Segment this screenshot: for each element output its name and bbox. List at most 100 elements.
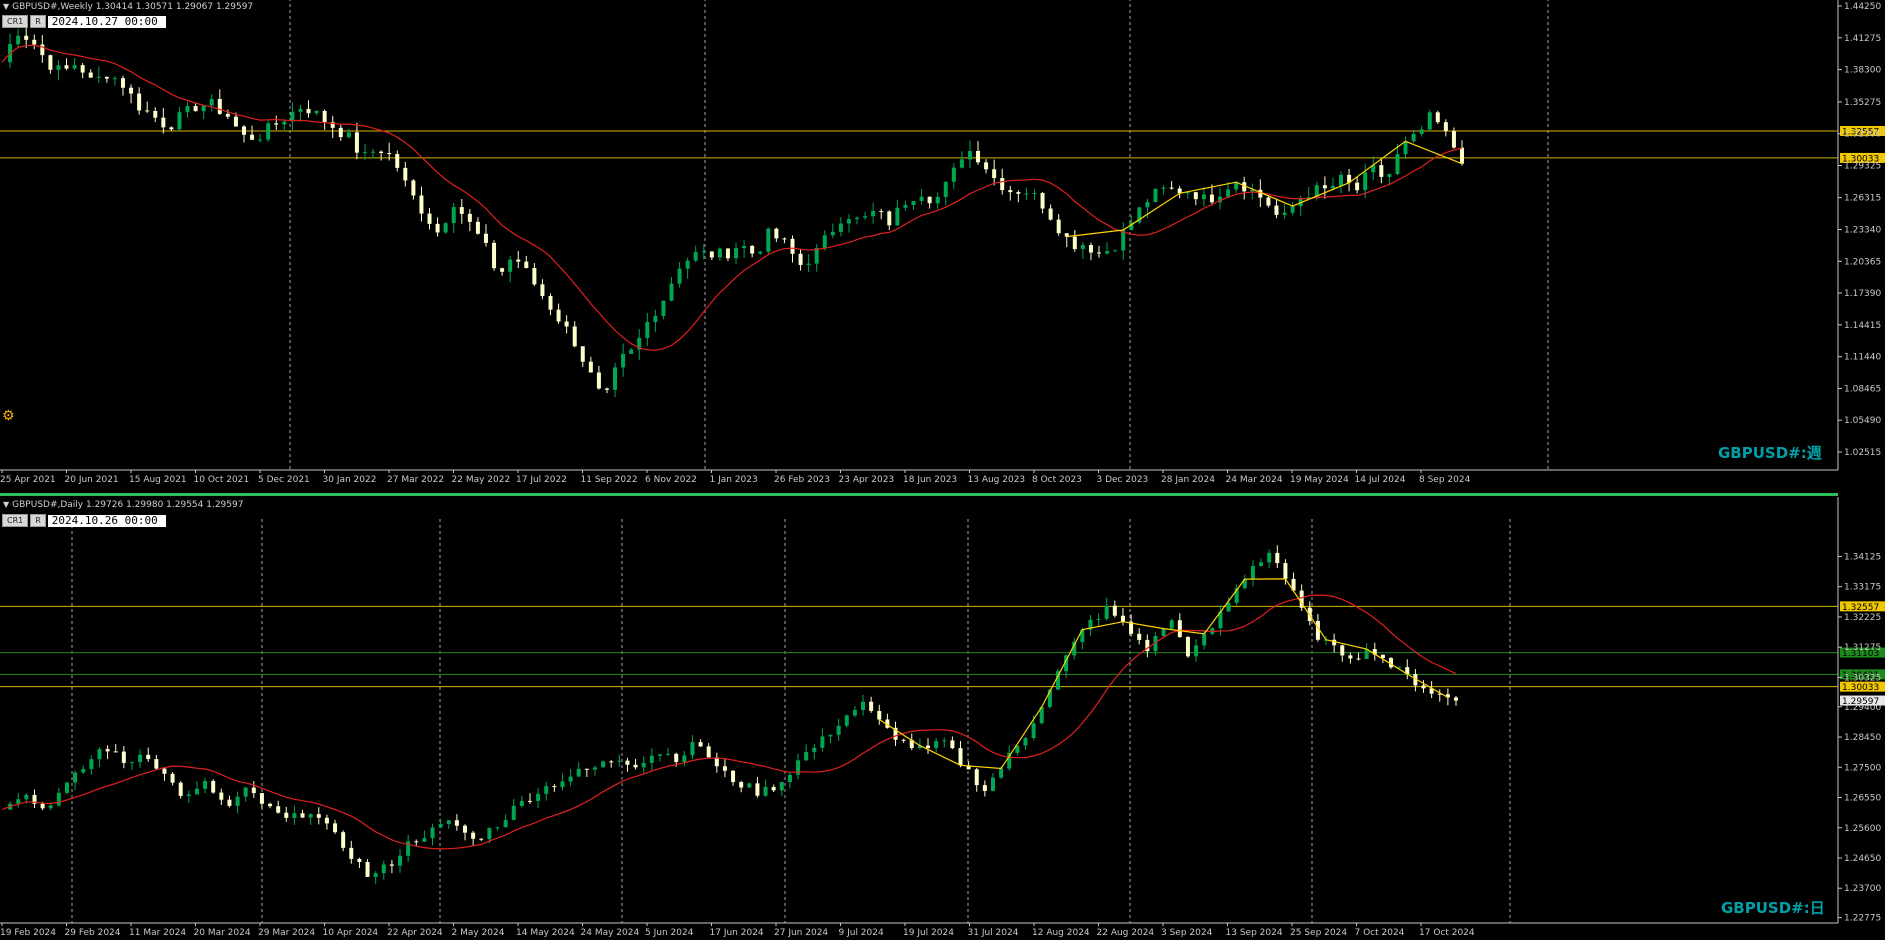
candle-body (225, 113, 230, 117)
y-tick-label-2: 1.32225 (1844, 613, 1881, 623)
candle-body (438, 823, 443, 828)
candle-body (1080, 245, 1085, 250)
candle-body (1427, 112, 1432, 130)
candle-body (137, 93, 142, 111)
candle-body (72, 65, 77, 69)
x-tick-label-0: 19 Feb 2024 (0, 928, 56, 938)
current-price-label: 1.29597 (1842, 697, 1879, 707)
candle-body (282, 121, 287, 125)
candle-body (322, 110, 327, 123)
weekly-chart-svg[interactable]: 1.325571.300331.442501.412751.383001.352… (0, 0, 1885, 492)
candle-body (617, 760, 622, 762)
candle-body (411, 180, 416, 196)
candle-body (974, 769, 979, 786)
x-tick-label-9: 24 May 2024 (581, 928, 640, 938)
daily-button-row: CR1 R 2024.10.26 00:00 (2, 514, 166, 527)
candle-body (822, 235, 827, 248)
candle-body (316, 814, 321, 818)
x-tick-label-3: 10 Oct 2021 (194, 475, 250, 485)
candle-body (693, 252, 698, 261)
candle-body (846, 219, 851, 224)
candle-body (211, 780, 216, 793)
candle-body (217, 99, 222, 114)
daily-header: ▼ GBPUSD#,Daily 1.29726 1.29980 1.29554 1… (3, 500, 243, 510)
y-tick-label-11: 1.11440 (1844, 353, 1881, 363)
candle-body (999, 768, 1004, 778)
daily-datetime-field[interactable]: 2024.10.26 00:00 (47, 514, 166, 527)
daily-r-button[interactable]: R (30, 514, 46, 527)
x-tick-label-8: 17 Jul 2022 (516, 475, 567, 485)
candle-body (112, 78, 117, 80)
daily-cr1-button[interactable]: CR1 (2, 514, 29, 527)
weekly-chart-pane[interactable]: 1.32557 1.30033 1.44250 1.41275 1.38300 1.352… (0, 0, 1885, 492)
candle-body (1121, 229, 1126, 251)
weekly-header: ▼ GBPUSD#,Weekly 1.30414 1.30571 1.29067 … (3, 2, 253, 12)
daily-header-text: GBPUSD#,Daily 1.29726 1.29980 1.29554 1.… (12, 500, 244, 510)
candle-body (1105, 251, 1110, 254)
collapse-triangle-icon[interactable]: ▼ (3, 2, 9, 11)
candle-body (1275, 552, 1280, 564)
y-tick-label-9: 1.17390 (1844, 289, 1881, 299)
candle-body (1194, 645, 1199, 657)
candle-body (170, 773, 175, 783)
candle-body (645, 321, 650, 339)
x-tick-label-13: 9 Jul 2024 (839, 928, 884, 938)
candle-body (16, 35, 21, 45)
x-tick-label-10: 6 Nov 2022 (645, 475, 697, 485)
candle-body (1411, 133, 1416, 142)
collapse-triangle-icon[interactable]: ▼ (3, 500, 9, 509)
daily-chart-svg[interactable]: 1.325571.311031.304211.300331.341251.331… (0, 497, 1885, 940)
weekly-watermark: GBPUSD#:週 (1718, 444, 1822, 462)
candle-body (186, 794, 191, 796)
candle-body (1120, 615, 1125, 622)
candle-body (201, 105, 206, 112)
candle-body (471, 832, 476, 839)
weekly-datetime-field[interactable]: 2024.10.27 00:00 (47, 15, 166, 28)
candle-body (869, 701, 874, 711)
x-tick-label-19: 24 Mar 2024 (1226, 475, 1283, 485)
y-tick-label-2: 1.38300 (1844, 66, 1881, 76)
candle-body (763, 786, 768, 796)
candle-body (73, 772, 78, 783)
expert-icon[interactable]: ⚙ (2, 408, 15, 424)
daily-chart-pane[interactable]: 1.32557 1.31103 1.30421 1.30033 1.34125 1.331… (0, 497, 1885, 940)
candle-body (1266, 197, 1271, 206)
weekly-cr1-button[interactable]: CR1 (2, 15, 29, 28)
x-tick-label-20: 25 Sep 2024 (1290, 928, 1347, 938)
candle-body (641, 762, 646, 768)
candle-body (511, 805, 516, 820)
candle-body (1040, 193, 1045, 209)
candle-body (674, 753, 679, 762)
level-label-3: 1.30033 (1842, 683, 1879, 693)
candle-body (298, 108, 303, 112)
candle-body (1169, 620, 1174, 629)
candle-body (621, 353, 626, 368)
candle-body (734, 248, 739, 259)
x-tick-label-1: 20 Jun 2021 (65, 475, 119, 485)
candle-body (357, 858, 362, 863)
candle-body (601, 761, 606, 768)
x-tick-label-11: 17 Jun 2024 (710, 928, 764, 938)
candle-body (419, 195, 424, 214)
candle-body (592, 767, 597, 770)
weekly-r-button[interactable]: R (30, 15, 46, 28)
candle-body (572, 326, 577, 347)
candle-body (536, 793, 541, 801)
x-tick-label-21: 7 Oct 2024 (1355, 928, 1405, 938)
candle-body (1282, 212, 1287, 215)
candle-body (1201, 194, 1206, 200)
candle-body (771, 786, 776, 791)
y-tick-label-6: 1.28450 (1844, 733, 1881, 743)
candle-body (121, 751, 126, 763)
candle-body (739, 782, 744, 788)
x-tick-label-12: 27 Jun 2024 (774, 928, 828, 938)
x-tick-label-6: 22 Apr 2024 (387, 928, 443, 938)
candle-body (852, 710, 857, 716)
candle-body (1023, 738, 1028, 746)
candle-body (1395, 154, 1400, 175)
x-tick-label-0: 25 Apr 2021 (0, 475, 56, 485)
x-tick-label-14: 19 Jul 2024 (903, 928, 954, 938)
candle-body (1024, 193, 1029, 195)
candle-body (373, 873, 378, 877)
candle-body (64, 65, 69, 69)
